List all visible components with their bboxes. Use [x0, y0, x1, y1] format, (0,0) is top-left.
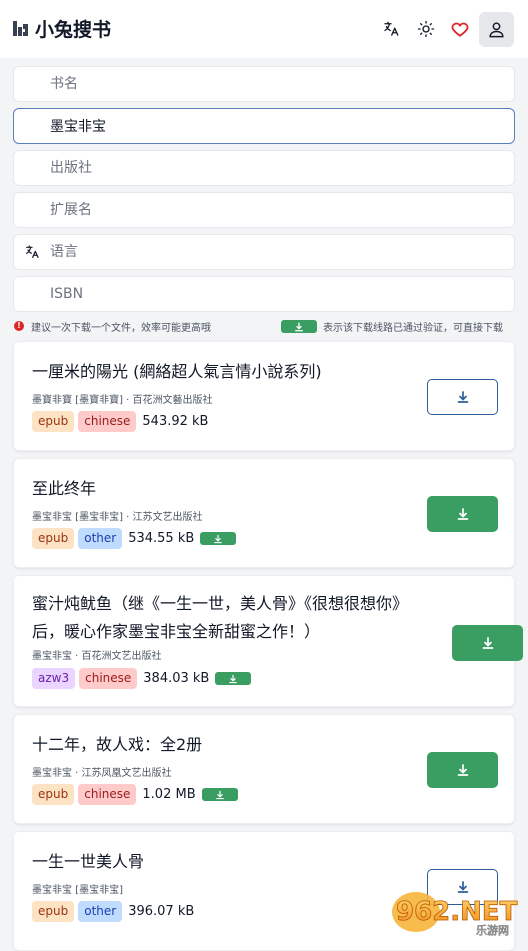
- language-badge: chinese: [79, 668, 138, 689]
- language-input[interactable]: [50, 235, 500, 269]
- book-meta: 墨宝非宝 · 江苏凤凰文艺出版社: [32, 768, 172, 779]
- isbn-field[interactable]: [13, 276, 515, 312]
- book-meta: 墨宝非宝 [墨宝非宝]: [32, 885, 123, 896]
- book-name-input[interactable]: [50, 67, 500, 101]
- file-size: 1.02 MB: [142, 787, 196, 802]
- download-icon: [215, 790, 224, 799]
- download-button[interactable]: [427, 496, 498, 532]
- verified-legend-badge: [281, 320, 317, 333]
- file-size: 534.55 kB: [128, 531, 195, 546]
- book-title[interactable]: 十二年，故人戏：全2册: [32, 731, 432, 759]
- download-icon: [457, 508, 468, 520]
- download-icon: [214, 534, 223, 543]
- svg-text:乐游网: 乐游网: [476, 923, 509, 937]
- book-tags: epub other 396.07 kB: [32, 901, 194, 922]
- verified-badge: [200, 532, 237, 545]
- download-button[interactable]: [427, 379, 498, 415]
- verified-badge: [215, 672, 252, 685]
- app-title: 小兔搜书: [35, 19, 112, 41]
- author-field[interactable]: [13, 108, 515, 144]
- book-meta: 墨寶非寶 [墨寶非寶] · 百花洲文藝出版社: [32, 395, 213, 406]
- file-size: 396.07 kB: [128, 904, 195, 919]
- language-field[interactable]: [13, 234, 515, 270]
- isbn-input[interactable]: [50, 277, 500, 311]
- download-button[interactable]: [427, 752, 498, 788]
- user-button[interactable]: [479, 12, 514, 47]
- file-size: 384.03 kB: [143, 671, 210, 686]
- extension-field[interactable]: [13, 192, 515, 228]
- author-input[interactable]: [50, 109, 500, 143]
- extension-input[interactable]: [50, 193, 500, 227]
- download-button[interactable]: [452, 625, 523, 661]
- verified-badge: [201, 788, 238, 801]
- app-header: 小兔搜书: [0, 0, 528, 58]
- book-title[interactable]: 至此终年: [32, 475, 432, 503]
- book-title[interactable]: 蜜汁炖鱿鱼（继《一生一世，美人骨》《很想很想你》后，暖心作家墨宝非宝全新甜蜜之作…: [32, 590, 432, 646]
- download-tip: 建议一次下载一个文件，效率可能更高哦: [31, 323, 211, 334]
- book-title[interactable]: 一厘米的陽光 (網絡超人氣言情小說系列): [32, 358, 432, 386]
- download-icon: [482, 637, 493, 649]
- chart-logo-icon: [13, 21, 28, 36]
- user-icon: [489, 22, 504, 38]
- heart-icon[interactable]: [444, 13, 476, 45]
- format-badge: epub: [32, 901, 75, 922]
- translate-icon[interactable]: [375, 13, 407, 45]
- theme-sun-icon[interactable]: [410, 13, 442, 45]
- download-icon: [457, 764, 468, 776]
- book-title[interactable]: 一生一世美人骨: [32, 848, 432, 876]
- translate-icon: [26, 245, 39, 258]
- format-badge: epub: [32, 528, 75, 549]
- book-tags: epub chinese 1.02 MB: [32, 784, 238, 805]
- format-badge: epub: [32, 784, 75, 805]
- book-tags: epub chinese 543.92 kB: [32, 411, 208, 432]
- format-badge: azw3: [32, 668, 76, 689]
- publisher-input[interactable]: [50, 151, 500, 185]
- result-card[interactable]: 至此终年 墨宝非宝 [墨宝非宝] · 江苏文艺出版社 epub other 53…: [13, 458, 515, 568]
- warning-icon: !: [14, 321, 24, 331]
- svg-text:962.NET: 962.NET: [396, 897, 518, 927]
- result-card[interactable]: 蜜汁炖鱿鱼（继《一生一世，美人骨》《很想很想你》后，暖心作家墨宝非宝全新甜蜜之作…: [13, 575, 523, 707]
- book-tags: azw3 chinese 384.03 kB: [32, 668, 252, 689]
- publisher-field[interactable]: [13, 150, 515, 186]
- result-card[interactable]: 一厘米的陽光 (網絡超人氣言情小說系列) 墨寶非寶 [墨寶非寶] · 百花洲文藝…: [13, 341, 515, 451]
- download-icon: [457, 391, 468, 403]
- language-badge: other: [78, 901, 123, 922]
- format-badge: epub: [32, 411, 75, 432]
- book-meta: 墨宝非宝 · 百花洲文艺出版社: [32, 651, 162, 662]
- download-icon: [229, 674, 238, 683]
- book-meta: 墨宝非宝 [墨宝非宝] · 江苏文艺出版社: [32, 512, 203, 523]
- book-name-field[interactable]: [13, 66, 515, 102]
- site-watermark-logo: 962.NET 乐游网: [392, 892, 518, 937]
- file-size: 543.92 kB: [142, 414, 209, 429]
- download-icon: [295, 322, 303, 331]
- language-badge: chinese: [78, 784, 137, 805]
- verified-legend-text: 表示该下载线路已通过验证，可直接下载: [323, 323, 503, 334]
- book-tags: epub other 534.55 kB: [32, 528, 237, 549]
- language-badge: chinese: [78, 411, 137, 432]
- result-card[interactable]: 十二年，故人戏：全2册 墨宝非宝 · 江苏凤凰文艺出版社 epub chines…: [13, 714, 515, 824]
- language-badge: other: [78, 528, 123, 549]
